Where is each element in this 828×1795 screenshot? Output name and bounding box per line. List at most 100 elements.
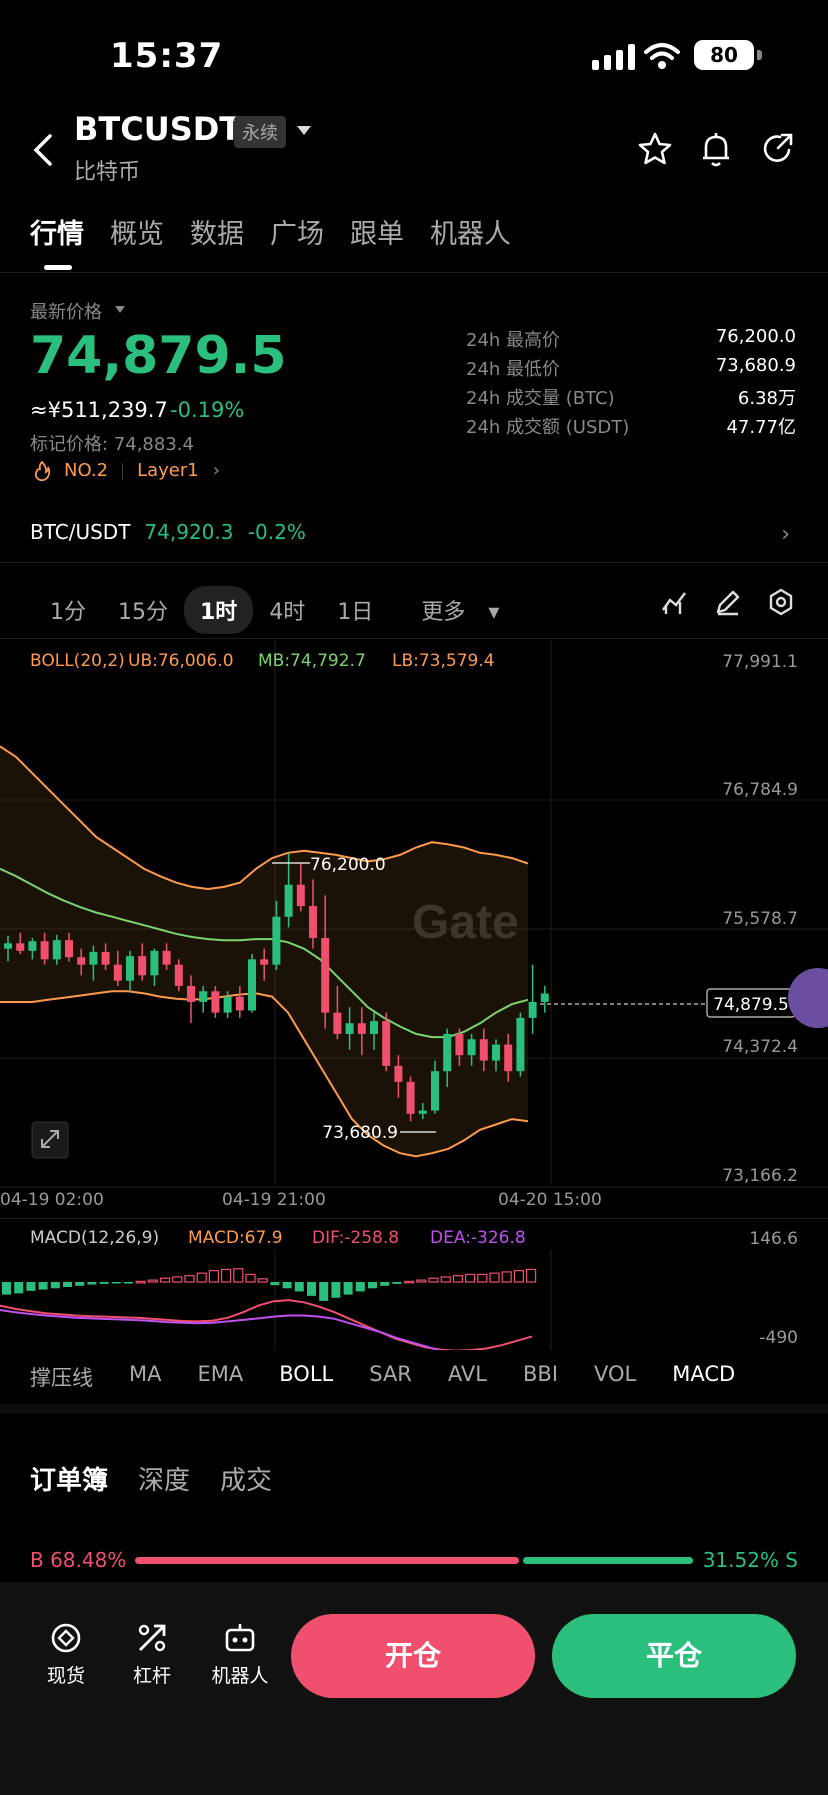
nav-spot[interactable]: 现货	[36, 1620, 96, 1688]
macd-bar	[196, 1272, 207, 1283]
candle	[4, 943, 12, 949]
mark-price: 标记价格: 74,883.4	[30, 434, 194, 455]
candle	[540, 993, 549, 1002]
last-price: 74,879.5	[30, 326, 287, 386]
symbol-title[interactable]: BTCUSDT	[74, 110, 241, 148]
macd-bar	[63, 1282, 72, 1288]
y-tick: 77,991.1	[722, 652, 798, 672]
caret-down-icon	[115, 306, 125, 313]
macd-bar	[465, 1273, 476, 1283]
macd-bar	[184, 1275, 195, 1283]
macd-bar	[489, 1272, 500, 1283]
tab-orderbook[interactable]: 订单簿	[30, 1460, 108, 1497]
tf-1m[interactable]: 1分	[34, 586, 102, 634]
candle	[455, 1033, 464, 1056]
stat-volume: 24h 成交量 (BTC) 6.38万	[466, 388, 796, 409]
macd-bottom: -490	[759, 1328, 798, 1348]
macd-top: 146.6	[749, 1229, 798, 1249]
tab-square[interactable]: 广场	[270, 212, 324, 251]
candle	[504, 1044, 513, 1072]
candle	[101, 951, 110, 965]
indicator-icon[interactable]	[660, 588, 688, 616]
margin-icon	[138, 1624, 166, 1652]
x-tick: 04-19 02:00	[0, 1190, 104, 1210]
spot-row[interactable]: BTC/USDT 74,920.3 -0.2%	[30, 520, 306, 544]
candle	[16, 943, 25, 951]
last-price-tag-text: 74,879.5	[713, 995, 789, 1015]
candle	[138, 956, 147, 976]
last-price-label[interactable]: 最新价格	[30, 298, 102, 324]
stat-high: 24h 最高价 76,200.0	[466, 326, 796, 351]
ind-bbi[interactable]: BBI	[523, 1362, 558, 1392]
candlestick-chart[interactable]: Gate BOLL(20,2) UB:76,006.0 MB:74,792.7 …	[0, 640, 828, 1190]
ind-ema[interactable]: EMA	[197, 1362, 243, 1392]
tab-bot[interactable]: 机器人	[430, 212, 511, 251]
share-icon[interactable]	[762, 132, 794, 166]
bell-icon[interactable]	[700, 132, 732, 168]
tab-market[interactable]: 行情	[30, 212, 84, 251]
candle	[284, 884, 293, 917]
stat-low: 24h 最低价 73,680.9	[466, 355, 796, 380]
open-position-button[interactable]: 开仓	[291, 1614, 535, 1698]
dif-value: DIF:-258.8	[312, 1228, 399, 1248]
macd-bar	[50, 1282, 60, 1289]
ind-boll[interactable]: BOLL	[279, 1362, 333, 1392]
macd-value: MACD:67.9	[188, 1228, 283, 1248]
macd-bar	[172, 1276, 183, 1283]
tf-1d[interactable]: 1日	[321, 586, 389, 634]
candle	[394, 1065, 403, 1082]
tf-1h[interactable]: 1时	[184, 586, 254, 634]
candle	[235, 996, 244, 1011]
tab-copy[interactable]: 跟单	[350, 212, 404, 251]
macd-bar	[99, 1282, 109, 1284]
macd-bar	[380, 1282, 390, 1286]
tab-overview[interactable]: 概览	[110, 212, 164, 251]
low-marker: 73,680.9	[322, 1123, 398, 1143]
nav-bot[interactable]: 机器人	[208, 1620, 272, 1688]
status-time: 15:37	[110, 36, 224, 76]
macd-bar	[452, 1275, 463, 1283]
macd-bar	[87, 1282, 97, 1285]
boll-ub: UB:76,006.0	[128, 651, 234, 671]
spot-price: 74,920.3	[144, 520, 234, 544]
macd-chart[interactable]: MACD(12,26,9) MACD:67.9 DIF:-258.8 DEA:-…	[0, 1220, 828, 1350]
chevron-right-icon[interactable]: ›	[781, 522, 790, 547]
ind-sar[interactable]: SAR	[369, 1362, 412, 1392]
tf-4h[interactable]: 4时	[253, 586, 321, 634]
candle	[467, 1039, 476, 1056]
price-change: -0.19%	[170, 398, 245, 422]
back-arrow-icon[interactable]	[30, 132, 54, 168]
close-position-button[interactable]: 平仓	[552, 1614, 796, 1698]
star-icon[interactable]	[638, 132, 672, 166]
buy-ratio-bar	[135, 1557, 519, 1564]
tab-trades[interactable]: 成交	[220, 1460, 272, 1497]
candle	[199, 991, 208, 1002]
rank-row[interactable]: NO.2 Layer1 ›	[34, 460, 220, 481]
candle	[418, 1110, 427, 1114]
macd-bar	[392, 1282, 402, 1284]
macd-bar	[331, 1282, 341, 1298]
macd-bar	[307, 1282, 316, 1296]
tf-more[interactable]: 更多 ▾	[389, 586, 515, 634]
tab-depth[interactable]: 深度	[138, 1460, 190, 1497]
macd-bar	[124, 1282, 133, 1284]
macd-bar	[319, 1282, 329, 1301]
ind-ma[interactable]: MA	[129, 1362, 161, 1392]
symbol-dropdown-icon[interactable]	[297, 126, 311, 135]
ind-macd[interactable]: MACD	[672, 1362, 735, 1392]
chevron-right-icon: ›	[212, 460, 220, 481]
settings-icon[interactable]	[767, 588, 795, 616]
battery-indicator: 80	[694, 40, 754, 70]
draw-pen-icon[interactable]	[714, 588, 742, 616]
candle	[296, 884, 305, 907]
divider	[0, 272, 828, 273]
ind-support[interactable]: 撑压线	[30, 1362, 93, 1392]
candle	[406, 1081, 415, 1114]
macd-bar	[501, 1271, 512, 1283]
ind-vol[interactable]: VOL	[594, 1362, 636, 1392]
tab-data[interactable]: 数据	[190, 212, 244, 251]
tf-15m[interactable]: 15分	[102, 586, 184, 634]
cny-price: ≈¥511,239.7	[30, 398, 168, 422]
ind-avl[interactable]: AVL	[448, 1362, 487, 1392]
nav-margin[interactable]: 杠杆	[122, 1620, 182, 1688]
